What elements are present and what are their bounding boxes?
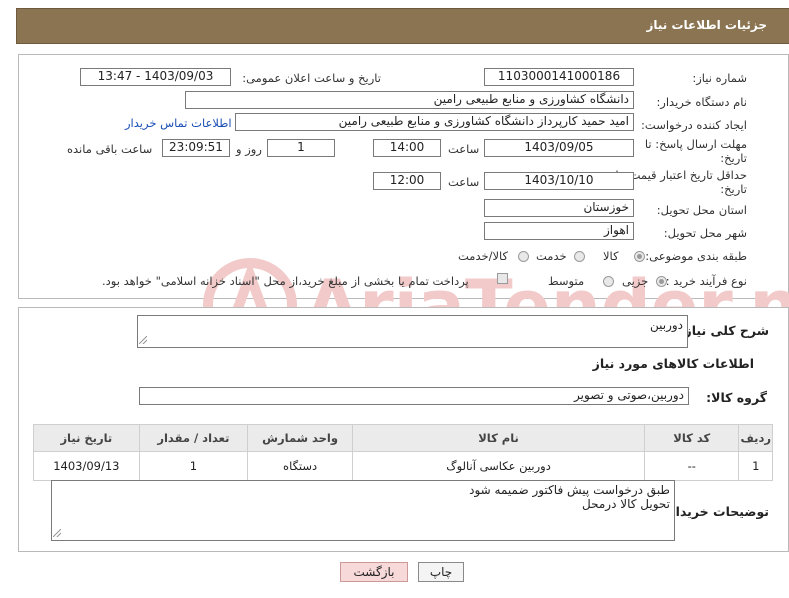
cell-item-name: دوربین عکاسی آنالوگ [352, 451, 646, 481]
category-radio-service[interactable] [574, 251, 585, 262]
city-field[interactable]: اهواز [484, 222, 634, 240]
buyer-notes-textarea[interactable]: طبق درخواست پیش فاکتور ضمیمه شود تحویل ک… [51, 480, 675, 541]
items-info-title: اطلاعات کالاهای مورد نیاز [592, 356, 754, 371]
category-radio-goods-service[interactable] [518, 251, 529, 262]
col-need-date: تاریخ نیاز [33, 424, 140, 452]
province-field[interactable]: خوزستان [484, 199, 634, 217]
purchase-option-minor: جزیی [622, 274, 649, 288]
buyer-org-label: نام دستگاه خریدار: [656, 95, 747, 109]
contact-buyer-link[interactable]: اطلاعات تماس خریدار [125, 116, 232, 130]
purchase-option-medium: متوسط [548, 274, 585, 288]
need-number-field[interactable]: 1103000141000186 [484, 68, 634, 86]
creator-label: ایجاد کننده درخواست: [641, 118, 747, 132]
general-desc-label: شرح کلی نیاز: [679, 323, 769, 338]
city-label: شهر محل تحویل: [663, 226, 747, 240]
province-label: استان محل تحویل: [656, 203, 747, 217]
reply-time-field[interactable]: 14:00 [373, 139, 441, 157]
category-option-service: خدمت [536, 249, 567, 263]
treasury-payment-note: پرداخت تمام یا بخشی از مبلغ خرید،از محل … [102, 274, 469, 288]
days-label: روز و [236, 142, 262, 156]
print-button[interactable]: چاپ [418, 562, 464, 582]
cell-quantity: 1 [138, 451, 249, 481]
cell-item-code: -- [644, 451, 740, 481]
back-button[interactable]: بازگشت [340, 562, 408, 582]
page-header: جزئیات اطلاعات نیاز [16, 8, 789, 44]
table-header-row: ردیف کد کالا نام کالا واحد شمارش تعداد /… [33, 424, 773, 452]
treasury-payment-checkbox[interactable] [497, 273, 508, 284]
resize-grip-icon[interactable] [53, 529, 61, 537]
purchase-radio-medium[interactable] [603, 276, 614, 287]
announce-datetime-field[interactable]: 1403/09/03 - 13:47 [80, 68, 231, 86]
buyer-notes-label: توضیحات خریدار: [663, 504, 769, 519]
col-item-name: نام کالا [352, 424, 646, 452]
remaining-time-field[interactable]: 23:09:51 [162, 139, 230, 157]
need-number-label: شماره نیاز: [692, 71, 747, 85]
col-quantity: تعداد / مقدار [138, 424, 249, 452]
validity-time-field[interactable]: 12:00 [373, 172, 441, 190]
purchase-type-label: نوع فرآیند خرید : [665, 274, 747, 288]
creator-field[interactable]: امید حمید کارپرداز دانشگاه کشاورزی و منا… [235, 113, 634, 131]
validity-date-field[interactable]: 1403/10/10 [484, 172, 634, 190]
general-desc-textarea[interactable]: دوربین [137, 315, 688, 348]
cell-need-date: 1403/09/13 [33, 451, 140, 481]
col-row-number: ردیف [738, 424, 773, 452]
category-radio-goods[interactable] [634, 251, 645, 262]
col-unit: واحد شمارش [247, 424, 354, 452]
days-field[interactable]: 1 [267, 139, 335, 157]
page-title: جزئیات اطلاعات نیاز [646, 18, 767, 32]
goods-group-field[interactable]: دوربین،صوتی و تصویر [139, 387, 689, 405]
buyer-org-field[interactable]: دانشگاه کشاورزی و منابع طبیعی رامین [185, 91, 634, 109]
announce-datetime-label: تاریخ و ساعت اعلان عمومی: [242, 71, 381, 85]
col-item-code: کد کالا [644, 424, 740, 452]
reply-deadline-label: مهلت ارسال پاسخ: تا تاریخ: [644, 137, 747, 165]
resize-grip-icon[interactable] [139, 336, 147, 344]
remaining-time-label: ساعت باقی مانده [67, 142, 153, 156]
reply-time-label: ساعت [448, 142, 480, 156]
table-row[interactable]: 1 -- دوربین عکاسی آنالوگ دستگاه 1 1403/0… [33, 451, 773, 481]
cell-row-number: 1 [738, 451, 773, 481]
cell-unit: دستگاه [247, 451, 354, 481]
purchase-radio-minor[interactable] [656, 276, 667, 287]
reply-date-field[interactable]: 1403/09/05 [484, 139, 634, 157]
goods-group-label: گروه کالا: [706, 390, 767, 405]
category-option-goods-service: کالا/خدمت [458, 249, 509, 263]
validity-time-label: ساعت [448, 175, 480, 189]
category-option-goods: کالا [603, 249, 619, 263]
category-label: طبقه بندی موضوعی: [645, 249, 747, 263]
items-table: ردیف کد کالا نام کالا واحد شمارش تعداد /… [33, 424, 773, 481]
